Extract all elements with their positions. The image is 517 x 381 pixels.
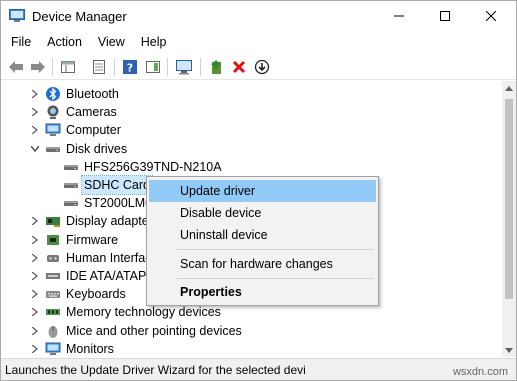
toolbar-separator xyxy=(167,58,168,76)
ctx-update-driver[interactable]: Update driver xyxy=(149,180,376,202)
properties-icon[interactable] xyxy=(90,58,108,76)
device-manager-icon xyxy=(9,9,25,23)
svg-text:?: ? xyxy=(127,62,133,75)
menu-view[interactable]: View xyxy=(90,32,133,53)
tree-item-label: Memory technology devices xyxy=(66,305,221,320)
status-bar: Launches the Update Driver Wizard for th… xyxy=(1,358,516,380)
toolbar-separator xyxy=(114,58,115,76)
ctx-disable-device[interactable]: Disable device xyxy=(149,202,376,224)
ctx-scan-hardware[interactable]: Scan for hardware changes xyxy=(149,253,376,275)
tree-item-label: Human Interfac xyxy=(66,250,152,265)
mouse-icon xyxy=(45,323,61,339)
scroll-down-icon[interactable] xyxy=(502,343,516,357)
watermark: wsxdn.com xyxy=(452,366,508,378)
tree-item-label: Mice and other pointing devices xyxy=(66,323,242,338)
toolbar: ? xyxy=(1,54,516,80)
disk-drive-icon xyxy=(45,141,61,157)
chevron-right-icon[interactable] xyxy=(30,303,40,321)
display-adapter-icon xyxy=(45,213,61,229)
context-menu: Update driver Disable device Uninstall d… xyxy=(146,176,379,306)
window-title: Device Manager xyxy=(32,9,127,24)
chevron-right-icon[interactable] xyxy=(30,231,40,249)
help-icon[interactable]: ? xyxy=(121,58,139,76)
menu-action[interactable]: Action xyxy=(39,32,90,53)
tree-item-label: Monitors xyxy=(66,341,114,356)
back-arrow-icon[interactable] xyxy=(7,58,25,76)
toolbar-separator xyxy=(200,58,201,76)
status-text: Launches the Update Driver Wizard for th… xyxy=(5,363,306,377)
keyboard-icon xyxy=(45,286,61,302)
maximize-button[interactable] xyxy=(422,1,468,31)
toolbar-separator xyxy=(52,58,53,76)
update-driver-icon[interactable] xyxy=(208,58,226,76)
tree-item-label: Firmware xyxy=(66,232,119,247)
menu-help[interactable]: Help xyxy=(133,32,175,53)
monitor-icon[interactable] xyxy=(175,58,193,76)
chevron-right-icon[interactable] xyxy=(30,212,40,230)
camera-icon xyxy=(45,104,61,120)
tree-item-label: Cameras xyxy=(66,105,117,120)
vertical-scrollbar[interactable] xyxy=(502,81,516,357)
menu-bar: File Action View Help xyxy=(1,32,516,53)
tree-item-label: ST2000LM0 xyxy=(84,196,153,211)
uninstall-icon[interactable] xyxy=(230,58,248,76)
ctx-uninstall-device[interactable]: Uninstall device xyxy=(149,224,376,246)
tree-item-label: Bluetooth xyxy=(66,87,119,101)
tree-item-label: Computer xyxy=(66,123,121,138)
close-button[interactable] xyxy=(468,1,514,31)
chevron-right-icon[interactable] xyxy=(30,322,40,340)
scrollbar-thumb[interactable] xyxy=(505,99,513,299)
chevron-right-icon[interactable] xyxy=(30,85,40,103)
disk-drive-icon xyxy=(63,159,79,175)
disable-icon[interactable] xyxy=(253,58,271,76)
tree-item-label: Display adapter xyxy=(66,214,153,229)
tree-item-label: Disk drives xyxy=(66,141,128,156)
ctx-separator xyxy=(177,278,374,279)
action-pane-icon[interactable] xyxy=(144,58,162,76)
chevron-right-icon[interactable] xyxy=(30,340,40,357)
disk-drive-icon xyxy=(63,195,79,211)
firmware-icon xyxy=(45,232,61,248)
tree-item-label: HFS256G39TND-N210A xyxy=(84,159,222,174)
menu-file[interactable]: File xyxy=(1,32,39,53)
bluetooth-icon xyxy=(45,86,61,102)
computer-icon xyxy=(45,122,61,138)
scroll-up-icon[interactable] xyxy=(502,81,516,95)
device-manager-window: Device Manager File Action View Help ? B… xyxy=(0,0,517,381)
minimize-button[interactable] xyxy=(376,1,422,31)
chevron-right-icon[interactable] xyxy=(30,249,40,267)
hid-icon xyxy=(45,250,61,266)
chevron-right-icon[interactable] xyxy=(30,121,40,139)
title-bar: Device Manager xyxy=(1,1,516,31)
memory-icon xyxy=(45,304,61,320)
chevron-right-icon[interactable] xyxy=(30,267,40,285)
tree-item-label: Keyboards xyxy=(66,287,126,302)
ctx-separator xyxy=(177,249,374,250)
tree-item-label: IDE ATA/ATAPI xyxy=(66,269,150,283)
chevron-right-icon[interactable] xyxy=(30,285,40,303)
tree-item-label: SDHC Card xyxy=(81,175,153,195)
monitor-icon xyxy=(45,341,61,357)
chevron-right-icon[interactable] xyxy=(30,103,40,121)
forward-arrow-icon[interactable] xyxy=(29,58,47,76)
ide-controller-icon xyxy=(45,268,61,284)
disk-drive-icon xyxy=(63,177,79,193)
chevron-down-icon[interactable] xyxy=(30,140,40,158)
ctx-properties[interactable]: Properties xyxy=(149,281,376,303)
show-hide-tree-icon[interactable] xyxy=(59,58,77,76)
